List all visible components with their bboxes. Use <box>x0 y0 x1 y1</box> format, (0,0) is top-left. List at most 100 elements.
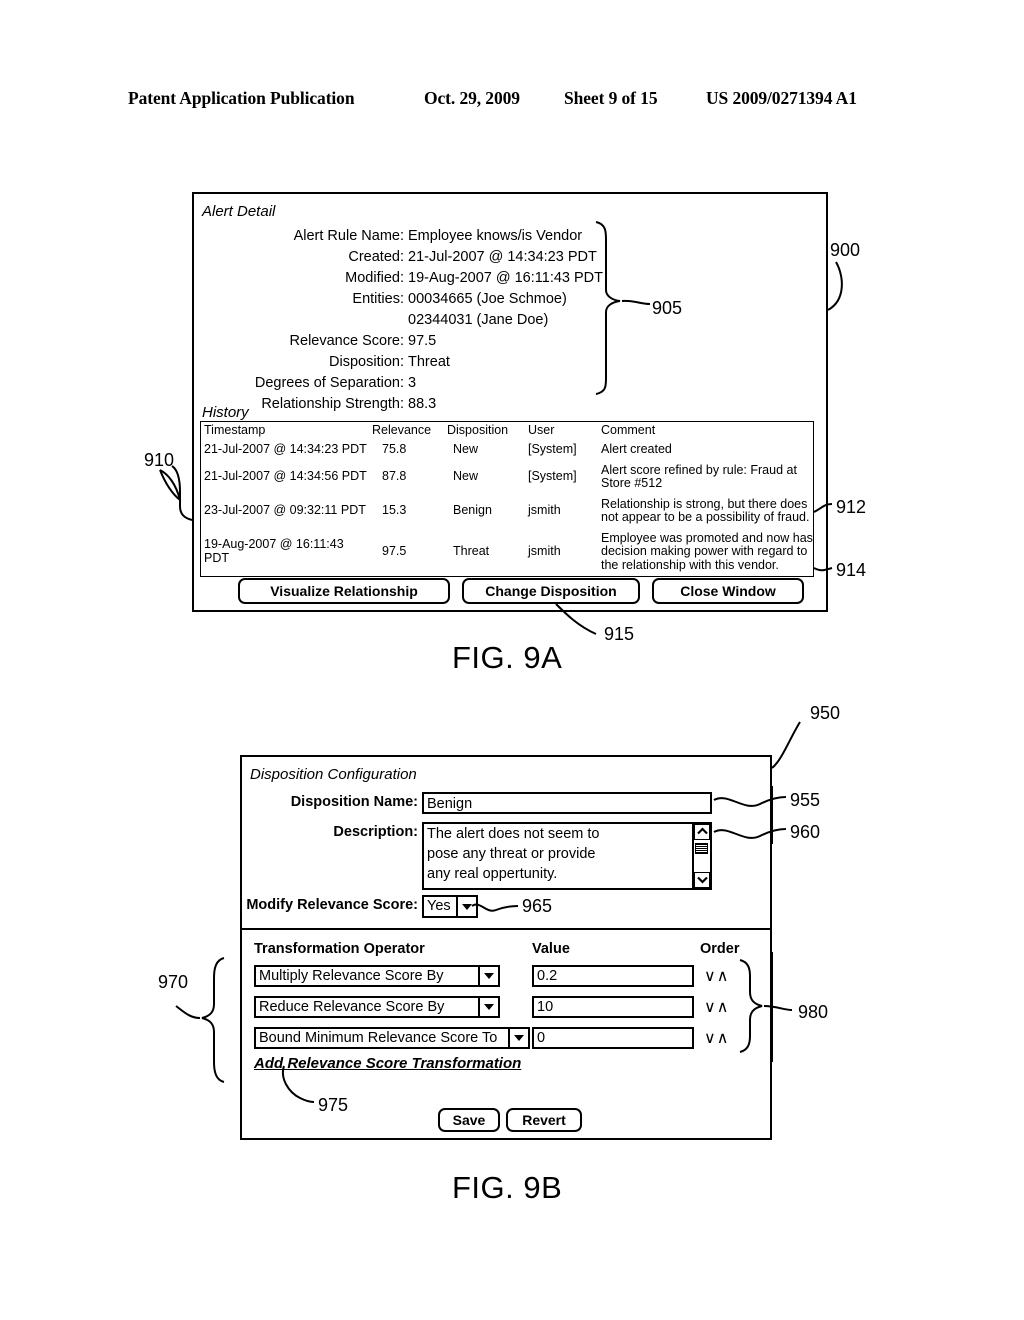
cell-disposition: New <box>453 469 479 484</box>
cell-timestamp: 19-Aug-2007 @ 16:11:43 PDT <box>204 537 344 565</box>
transformation-operator-select-3[interactable]: Bound Minimum Relevance Score To <box>254 1027 530 1049</box>
disposition-name-label: Disposition Name: <box>290 794 418 810</box>
sheet-number: Sheet 9 of 15 <box>564 88 658 108</box>
cell-comment: Relationship is strong, but there does n… <box>601 496 810 524</box>
scroll-up-icon[interactable] <box>694 824 710 840</box>
table-row[interactable]: 21-Jul-2007 @ 14:34:23 PDT 75.8 New [Sys… <box>201 440 813 461</box>
field-label-modified: Modified: <box>345 270 404 286</box>
field-value-modified: 19-Aug-2007 @ 16:11:43 PDT <box>408 270 604 286</box>
callout-900: 900 <box>830 240 861 260</box>
column-header-value: Value <box>532 941 570 957</box>
cell-disposition: Benign <box>453 503 492 518</box>
cell-comment: Employee was promoted and now has decisi… <box>601 530 813 572</box>
field-label-alert-rule-name: Alert Rule Name: <box>293 228 404 244</box>
scroll-down-icon[interactable] <box>694 872 710 888</box>
field-value-entities-2: 02344031 (Jane Doe) <box>408 312 549 328</box>
transformation-value-input-3[interactable]: 0 <box>532 1027 694 1049</box>
figure-label-9a: FIG. 9A <box>452 640 563 675</box>
callout-915: 915 <box>604 624 635 644</box>
callout-960: 960 <box>790 822 821 842</box>
cell-user: jsmith <box>528 503 561 518</box>
callout-910: 910 <box>144 450 175 470</box>
field-label-relevance-score: Relevance Score: <box>289 333 404 349</box>
callout-912: 912 <box>836 497 867 517</box>
callout-970: 970 <box>158 972 189 992</box>
column-header-comment: Comment <box>601 423 656 437</box>
table-row[interactable]: 23-Jul-2007 @ 09:32:11 PDT 15.3 Benign j… <box>201 495 813 529</box>
history-section-title: History <box>202 404 249 421</box>
callout-955: 955 <box>790 790 821 810</box>
cell-relevance: 15.3 <box>382 503 407 518</box>
transformation-value-input-1[interactable]: 0.2 <box>532 965 694 987</box>
chevron-down-icon[interactable] <box>478 996 500 1018</box>
cell-disposition: New <box>453 442 479 456</box>
cell-disposition: Threat <box>453 544 490 558</box>
transformation-order-controls-3[interactable]: ∨∧ <box>704 1028 729 1048</box>
transformation-operator-select-2[interactable]: Reduce Relevance Score By <box>254 996 500 1018</box>
publication-date: Oct. 29, 2009 <box>424 88 520 108</box>
description-textarea[interactable]: The alert does not seem to pose any thre… <box>422 822 712 890</box>
cell-user: [System] <box>528 442 577 456</box>
modify-relevance-score-select[interactable]: Yes <box>422 895 478 918</box>
field-label-created: Created: <box>348 249 404 265</box>
transformation-order-controls-1[interactable]: ∨∧ <box>704 966 729 986</box>
table-row[interactable]: 19-Aug-2007 @ 16:11:43 PDT 97.5 Threat j… <box>201 529 813 577</box>
disposition-name-input[interactable]: Benign <box>422 792 712 814</box>
page-header: Patent Application Publication Oct. 29, … <box>0 88 1024 112</box>
cell-timestamp: 23-Jul-2007 @ 09:32:11 PDT <box>204 503 366 518</box>
revert-button[interactable]: Revert <box>506 1108 582 1132</box>
alert-detail-section-title: Alert Detail <box>202 203 276 220</box>
chevron-down-icon[interactable] <box>455 895 478 918</box>
cell-relevance: 97.5 <box>382 544 407 558</box>
transformation-row: Bound Minimum Relevance Score To 0 ∨∧ <box>254 1027 734 1049</box>
callout-975: 975 <box>318 1095 349 1115</box>
add-relevance-score-transformation-link[interactable]: Add Relevance Score Transformation <box>254 1055 521 1072</box>
field-value-created: 21-Jul-2007 @ 14:34:23 PDT <box>408 249 597 265</box>
scrollbar-thumb[interactable] <box>695 843 708 854</box>
table-header-row: Timestamp Relevance Disposition User Com… <box>201 422 813 440</box>
transformation-operator-value-1: Multiply Relevance Score By <box>254 965 478 987</box>
column-header-order: Order <box>700 941 740 957</box>
field-label-disposition: Disposition: <box>329 354 404 370</box>
description-label: Description: <box>333 824 418 840</box>
close-window-button[interactable]: Close Window <box>652 578 804 604</box>
field-label-entities: Entities: <box>352 291 404 307</box>
transformation-row: Reduce Relevance Score By 10 ∨∧ <box>254 996 734 1018</box>
column-header-user: User <box>528 423 555 437</box>
chevron-down-icon[interactable] <box>478 965 500 987</box>
callout-914: 914 <box>836 560 867 580</box>
callout-980: 980 <box>798 1002 829 1022</box>
disposition-config-section-title: Disposition Configuration <box>250 766 417 783</box>
field-value-entities-1: 00034665 (Joe Schmoe) <box>408 291 567 307</box>
field-value-relationship-strength: 88.3 <box>408 396 437 412</box>
column-header-relevance: Relevance <box>372 423 432 437</box>
table-row[interactable]: 21-Jul-2007 @ 14:34:56 PDT 87.8 New [Sys… <box>201 461 813 495</box>
patent-number: US 2009/0271394 A1 <box>706 88 857 108</box>
description-text: The alert does not seem to pose any thre… <box>427 826 600 882</box>
cell-relevance: 75.8 <box>382 442 407 456</box>
modify-relevance-score-label: Modify Relevance Score: <box>246 897 418 913</box>
transformation-operator-value-2: Reduce Relevance Score By <box>254 996 478 1018</box>
field-value-relevance-score: 97.5 <box>408 333 437 349</box>
visualize-relationship-button[interactable]: Visualize Relationship <box>238 578 450 604</box>
column-header-disposition: Disposition <box>447 423 509 437</box>
publication-title: Patent Application Publication <box>128 88 355 108</box>
cell-timestamp: 21-Jul-2007 @ 14:34:56 PDT <box>204 469 367 484</box>
cell-user: [System] <box>528 469 577 484</box>
transformation-order-controls-2[interactable]: ∨∧ <box>704 997 729 1017</box>
cell-comment: Alert created <box>601 442 672 456</box>
field-value-disposition: Threat <box>408 354 450 370</box>
chevron-down-icon[interactable] <box>508 1027 530 1049</box>
alert-detail-button-bar: Visualize Relationship Change Dispositio… <box>200 578 814 604</box>
field-label-degrees-of-separation: Degrees of Separation: <box>254 375 404 391</box>
save-button[interactable]: Save <box>438 1108 500 1132</box>
transformation-operator-select-1[interactable]: Multiply Relevance Score By <box>254 965 500 987</box>
change-disposition-button[interactable]: Change Disposition <box>462 578 640 604</box>
description-scrollbar[interactable] <box>692 824 710 888</box>
history-table: Timestamp Relevance Disposition User Com… <box>200 421 814 577</box>
transformation-value-input-2[interactable]: 10 <box>532 996 694 1018</box>
cell-comment: Alert score refined by rule: Fraud at St… <box>601 462 797 490</box>
callout-965: 965 <box>522 896 553 916</box>
modify-relevance-score-value: Yes <box>422 895 456 918</box>
transformation-row: Multiply Relevance Score By 0.2 ∨∧ <box>254 965 734 987</box>
